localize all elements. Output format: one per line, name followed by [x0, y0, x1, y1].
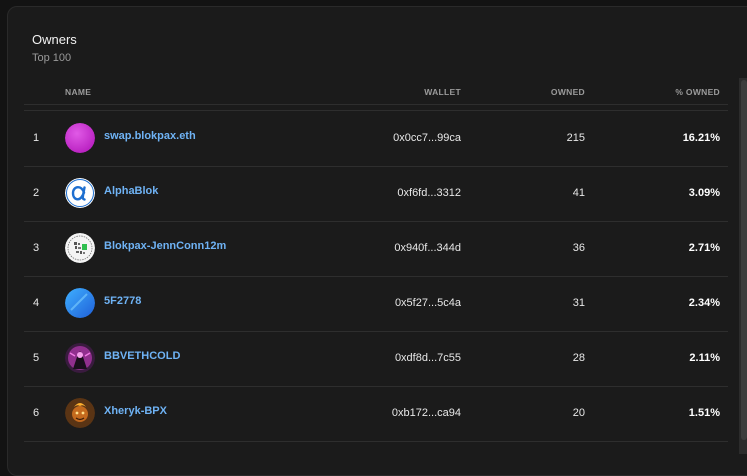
wallet-address: 0xb172...ca94	[391, 407, 461, 419]
pink-character-avatar-icon[interactable]	[65, 343, 95, 373]
scrollbar-thumb[interactable]	[741, 80, 747, 440]
table-row[interactable]: 1 swap.blokpax.eth 0x0cc7...99ca 215 16.…	[24, 111, 728, 167]
owner-name-link[interactable]: Blokpax-JennConn12m	[104, 240, 226, 252]
table-row[interactable]: 3 Blokpax-JennConn12m 0x940f...344d 36 2…	[24, 221, 728, 277]
table-row[interactable]: 2 AlphaBlok 0xf6fd...3312 41 3.09%	[24, 166, 728, 222]
owner-name-link[interactable]: BBVETHCOLD	[104, 350, 180, 362]
fire-character-avatar-icon[interactable]	[65, 398, 95, 428]
owner-name-link[interactable]: AlphaBlok	[104, 185, 158, 197]
wallet-address: 0xf6fd...3312	[397, 187, 461, 199]
panel-subtitle: Top 100	[32, 52, 72, 64]
owned-percent: 1.51%	[688, 407, 720, 419]
table-header: NAME WALLET OWNED % OWNED	[24, 82, 728, 105]
owned-percent: 2.71%	[688, 242, 720, 254]
qr-avatar-icon[interactable]	[65, 233, 95, 263]
wallet-address: 0x940f...344d	[394, 242, 461, 254]
owned-percent: 16.21%	[682, 132, 720, 144]
owned-count: 36	[572, 242, 585, 254]
owned-count: 28	[572, 352, 585, 364]
wallet-address: 0xdf8d...7c55	[394, 352, 461, 364]
owned-percent: 3.09%	[688, 187, 720, 199]
row-rank: 6	[33, 407, 40, 419]
column-header-pct-owned[interactable]: % OWNED	[675, 87, 720, 97]
alpha-logo-icon[interactable]	[65, 178, 95, 208]
row-rank: 3	[33, 242, 40, 254]
owned-percent: 2.11%	[689, 352, 720, 364]
wallet-address: 0x5f27...5c4a	[394, 297, 461, 309]
row-rank: 1	[33, 132, 40, 144]
owned-percent: 2.34%	[688, 297, 720, 309]
row-rank: 4	[33, 297, 40, 309]
owned-count: 215	[566, 132, 585, 144]
row-rank: 5	[33, 352, 40, 364]
panel-title: Owners	[32, 32, 77, 47]
column-header-name[interactable]: NAME	[65, 87, 91, 97]
wallet-address: 0x0cc7...99ca	[393, 132, 461, 144]
owner-name-link[interactable]: swap.blokpax.eth	[104, 130, 196, 142]
row-rank: 2	[33, 187, 40, 199]
owned-count: 31	[572, 297, 585, 309]
owner-name-link[interactable]: Xheryk-BPX	[104, 405, 167, 417]
magenta-avatar-icon[interactable]	[65, 123, 95, 153]
column-header-wallet[interactable]: WALLET	[424, 87, 461, 97]
table-row[interactable]: 5 BBVETHCOLD 0xdf8d...7c55 28 2.11%	[24, 331, 728, 387]
owned-count: 41	[572, 187, 585, 199]
table-row[interactable]: 4 5F2778 0x5f27...5c4a 31 2.34%	[24, 276, 728, 332]
blue-gradient-avatar-icon[interactable]	[65, 288, 95, 318]
owned-count: 20	[572, 407, 585, 419]
owner-name-link[interactable]: 5F2778	[104, 295, 141, 307]
table-row[interactable]: 6 Xheryk-BPX 0xb172...ca94 20 1.51%	[24, 386, 728, 442]
column-header-owned[interactable]: OWNED	[551, 87, 585, 97]
